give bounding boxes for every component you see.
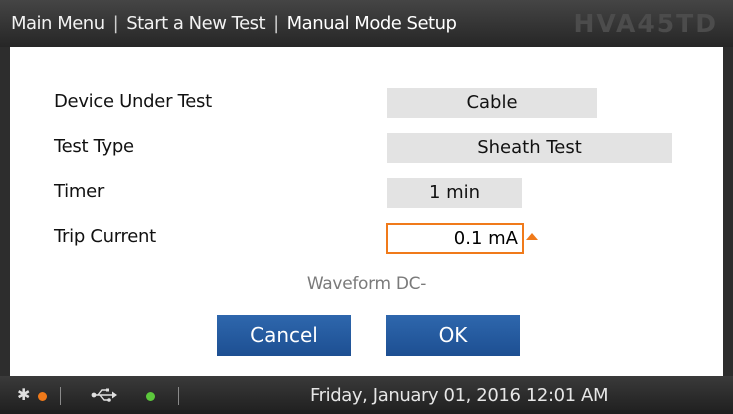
timer-label: Timer (54, 181, 104, 202)
trip-current-field[interactable]: 0.1 mA (386, 223, 524, 254)
test-type-field[interactable]: Sheath Test (387, 133, 672, 163)
status-bar: ✱ Friday, January 01, 2016 12:01 AM (0, 376, 733, 414)
usb-icon (91, 388, 117, 402)
breadcrumb-manual-mode-setup: Manual Mode Setup (286, 13, 457, 34)
device-under-test-label: Device Under Test (54, 91, 212, 112)
ok-button[interactable]: OK (386, 315, 520, 356)
date-time: Friday, January 01, 2016 12:01 AM (310, 385, 609, 406)
status-divider (60, 387, 61, 405)
waveform-text: Waveform DC- (306, 274, 427, 294)
brand-logo: HVA45TD (573, 9, 718, 38)
breadcrumb-main-menu[interactable]: Main Menu (11, 13, 105, 34)
breadcrumb-start-new-test[interactable]: Start a New Test (126, 13, 265, 34)
breadcrumb-separator: | (273, 13, 279, 34)
timer-field[interactable]: 1 min (387, 178, 522, 208)
increment-arrow-icon[interactable] (526, 233, 538, 240)
cancel-button[interactable]: Cancel (217, 315, 351, 356)
status-divider (178, 387, 179, 405)
breadcrumb-separator: | (112, 13, 119, 34)
test-type-label: Test Type (54, 136, 134, 157)
device-under-test-field[interactable]: Cable (387, 88, 597, 118)
bluetooth-status-dot (38, 392, 47, 401)
title-bar: Main Menu | Start a New Test | Manual Mode S… (0, 0, 733, 47)
breadcrumb: Main Menu | Start a New Test | Manual Mode S… (11, 13, 457, 34)
usb-status-dot (146, 392, 155, 401)
trip-current-label: Trip Current (54, 226, 156, 247)
bluetooth-icon: ✱ (17, 385, 31, 404)
manual-mode-setup-panel: Device Under Test Cable Test Type Sheath… (10, 47, 723, 376)
